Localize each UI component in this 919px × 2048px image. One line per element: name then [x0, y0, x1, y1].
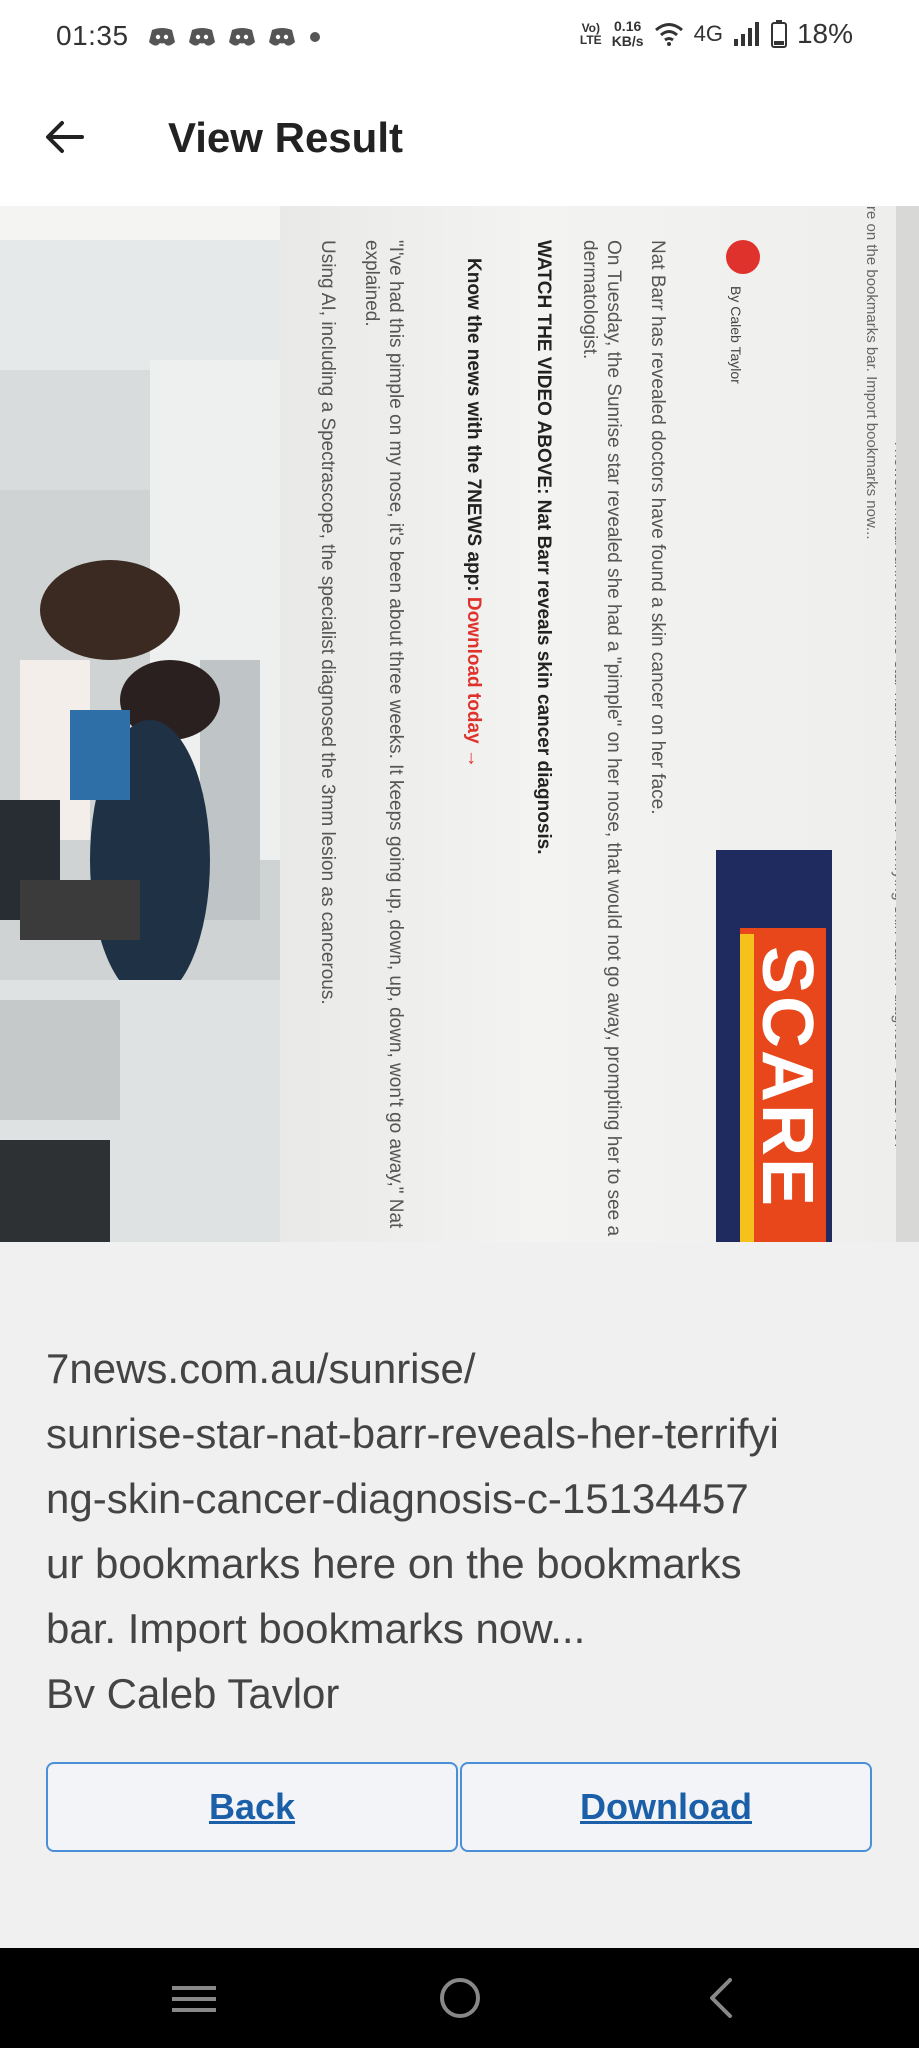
discord-icon	[189, 28, 215, 46]
photo-quote-b: explained.	[361, 240, 382, 327]
navigation-bar	[0, 1948, 919, 2048]
photo-paragraph-2a: On Tuesday, the Sunrise star revealed sh…	[603, 240, 624, 1237]
status-bar: 01:35 Vo) LTE 0.16 KB/s 4G 18%	[0, 0, 919, 76]
notification-icons	[148, 26, 320, 48]
result-line: ur bookmarks here on the bookmarks	[46, 1540, 742, 1587]
page-title: View Result	[168, 114, 403, 161]
scare-banner-text: SCARE	[747, 946, 827, 1209]
recent-apps-icon[interactable]	[164, 1970, 224, 2026]
result-line: ng-skin-cancer-diagnosis-c-15134457	[46, 1475, 749, 1522]
photo-quote-a: "I've had this pimple on my nose, it's b…	[385, 240, 406, 1229]
discord-icon	[229, 28, 255, 46]
result-line: Bv Caleb Tavlor	[46, 1670, 340, 1717]
volte-indicator: Vo) LTE	[579, 21, 602, 47]
back-arrow-icon[interactable]	[42, 114, 88, 160]
status-indicators: Vo) LTE 0.16 KB/s 4G 18%	[580, 18, 853, 50]
result-text: 7news.com.au/sunrise/ sunrise-star-nat-b…	[46, 1336, 866, 1726]
photo-paragraph-1: Nat Barr has revealed doctors have found…	[647, 240, 668, 815]
more-notifications-dot-icon	[310, 32, 320, 42]
back-button[interactable]: Back	[46, 1762, 458, 1852]
network-speed: 0.16 KB/s	[611, 18, 644, 49]
photo-paragraph-2b: dermatologist.	[579, 240, 600, 360]
download-button[interactable]: Download	[460, 1762, 872, 1852]
discord-icon	[269, 28, 295, 46]
battery-percentage: 18%	[796, 18, 853, 49]
photo-watch-line: WATCH THE VIDEO ABOVE: Nat Barr reveals …	[533, 240, 554, 855]
clinic-scene-image	[0, 240, 300, 1242]
photo-byline: By Caleb Taylor	[728, 286, 744, 384]
result-line: sunrise-star-nat-barr-reveals-her-terrif…	[46, 1410, 779, 1457]
photo-know-line: Know the news with the 7NEWS app: Downlo…	[463, 258, 484, 768]
7news-logo	[726, 240, 760, 274]
result-line: 7news.com.au/sunrise/	[46, 1345, 476, 1392]
back-nav-icon[interactable]	[692, 1970, 752, 2026]
result-line: bar. Import bookmarks now...	[46, 1605, 586, 1652]
battery-icon	[770, 20, 787, 48]
photo-paragraph-3: Using AI, including a Spectrascope, the …	[317, 240, 338, 1005]
status-time: 01:35	[56, 20, 129, 51]
wifi-icon	[654, 23, 683, 46]
photo-edge	[896, 206, 919, 1242]
discord-icon	[149, 28, 175, 46]
network-type: 4G	[693, 21, 723, 46]
home-icon[interactable]	[430, 1970, 490, 2026]
photo-bookmarks-line: re on the bookmarks bar. Import bookmark…	[863, 206, 880, 540]
signal-icon	[733, 22, 759, 46]
app-bar: View Result	[0, 76, 919, 206]
captured-photo: 7news.com.au/sunrise/sunrise-star-nat-ba…	[0, 206, 919, 1242]
